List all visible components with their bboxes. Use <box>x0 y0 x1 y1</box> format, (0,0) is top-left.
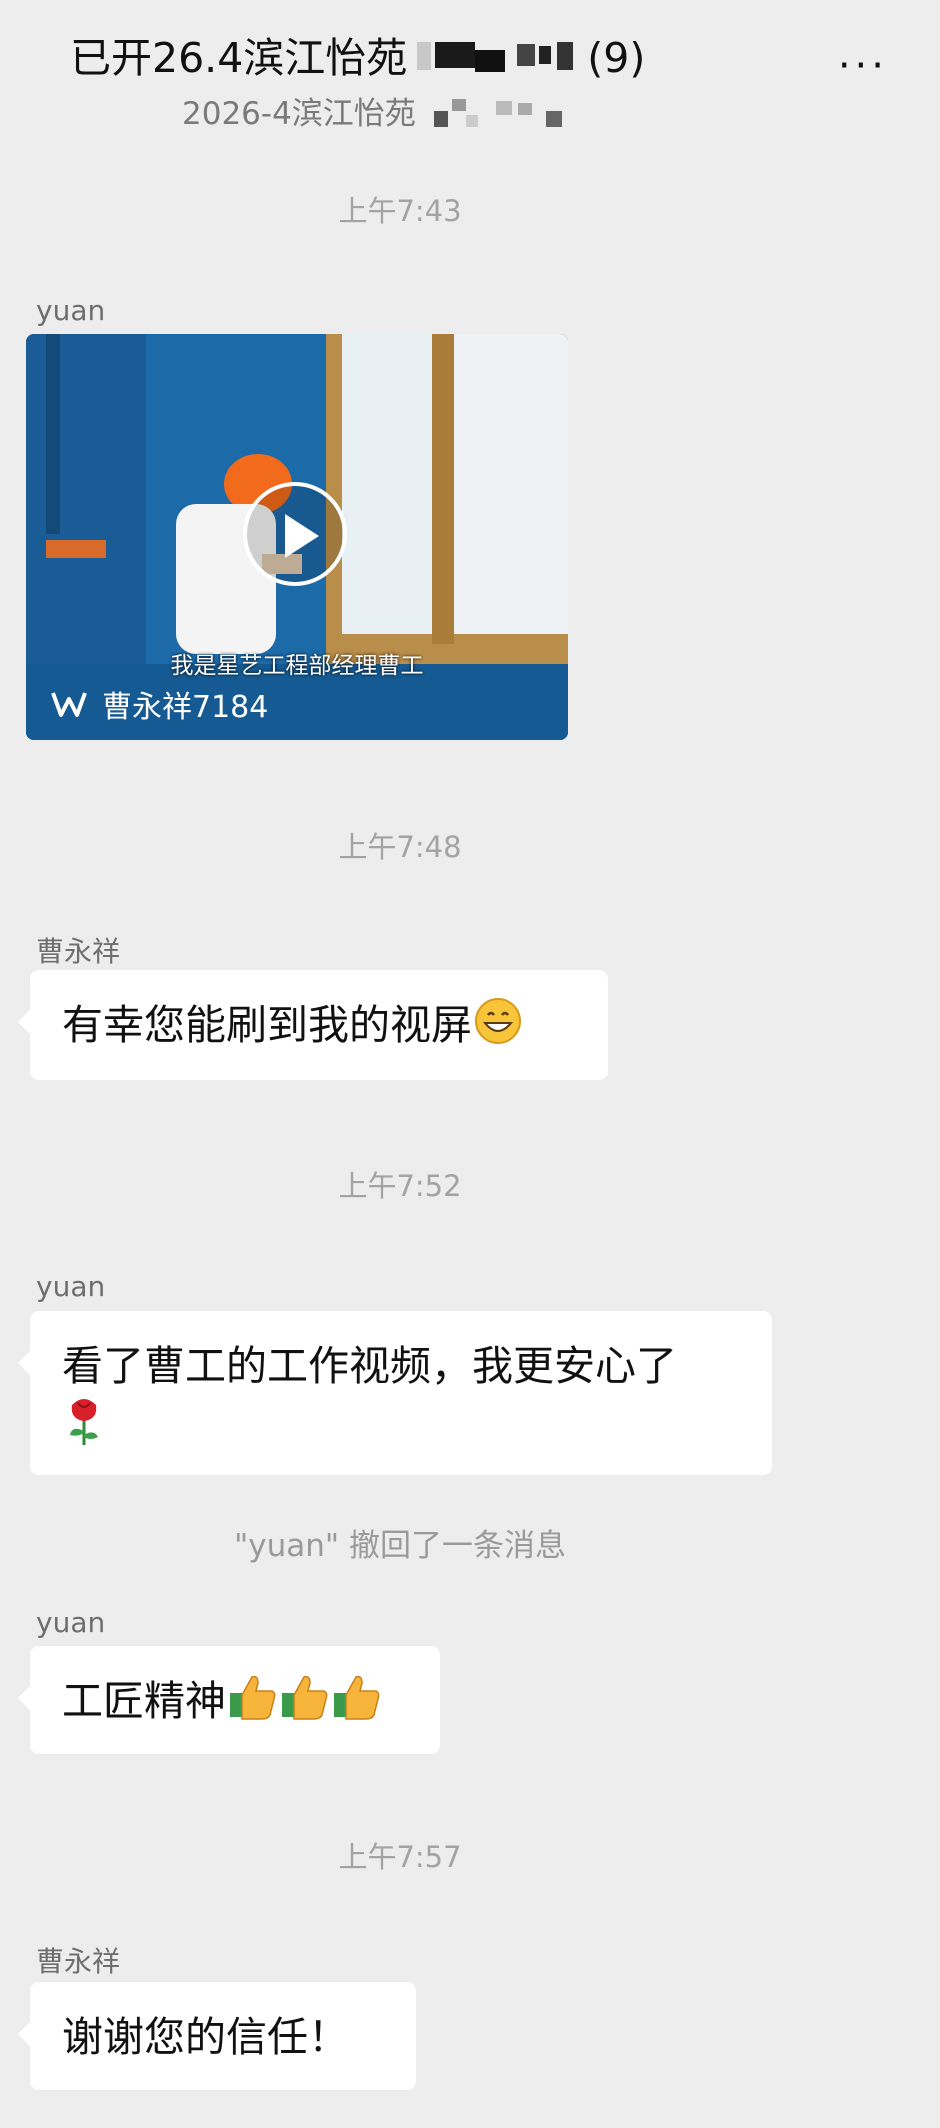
sender-name: yuan <box>36 1270 106 1303</box>
message-text: 工匠精神 <box>62 1677 226 1725</box>
sender-name: 曹永祥 <box>36 1945 121 1978</box>
recall-notice: "yuan" 撤回了一条消息 <box>233 1528 566 1564</box>
timestamp: 上午7:48 <box>338 830 462 864</box>
sender-name: yuan <box>36 294 106 327</box>
play-icon[interactable] <box>243 482 347 586</box>
thumbs-up-icon <box>280 1673 330 1736</box>
more-options-icon[interactable]: ··· <box>838 46 888 86</box>
message-text: 有幸您能刷到我的视屏 <box>62 1001 472 1049</box>
timestamp: 上午7:43 <box>338 194 462 228</box>
timestamp: 上午7:52 <box>338 1169 462 1203</box>
channels-icon <box>51 692 87 717</box>
grinning-face-icon <box>474 997 522 1060</box>
chat-subtitle: 2026-4滨江怡苑 <box>182 88 586 139</box>
chat-title[interactable]: 已开26.4滨江怡苑 (9) <box>70 24 645 86</box>
chat-header: 已开26.4滨江怡苑 (9) 2026-4滨江怡苑 ··· <box>0 0 940 150</box>
thumbs-up-icon <box>228 1673 278 1736</box>
censored-mosaic <box>426 93 586 139</box>
sender-name: yuan <box>36 1606 106 1639</box>
chat-title-text: 已开26.4滨江怡苑 <box>70 34 408 82</box>
message-text: 看了曹工的工作视频，我更安心了 <box>62 1342 677 1390</box>
timestamp: 上午7:57 <box>338 1840 462 1874</box>
video-caption: 我是星艺工程部经理曹工 <box>170 653 424 679</box>
video-channel[interactable]: 曹永祥7184 <box>50 682 268 726</box>
sender-name: 曹永祥 <box>36 935 121 968</box>
video-message[interactable]: 我是星艺工程部经理曹工 曹永祥7184 <box>26 334 568 740</box>
chat-subtitle-text: 2026-4滨江怡苑 <box>182 96 416 132</box>
message-bubble[interactable]: 有幸您能刷到我的视屏 <box>18 970 608 1080</box>
member-count: (9) <box>587 34 646 82</box>
message-bubble[interactable]: 谢谢您的信任！ <box>18 1982 416 2090</box>
message-bubble[interactable]: 看了曹工的工作视频，我更安心了 <box>18 1311 772 1475</box>
message-bubble[interactable]: 工匠精神 <box>18 1646 440 1754</box>
censored-mosaic <box>417 36 587 86</box>
rose-icon <box>64 1395 104 1462</box>
channel-name: 曹永祥7184 <box>102 690 269 725</box>
message-text: 谢谢您的信任！ <box>62 2013 349 2061</box>
thumbs-up-icon <box>332 1673 382 1736</box>
